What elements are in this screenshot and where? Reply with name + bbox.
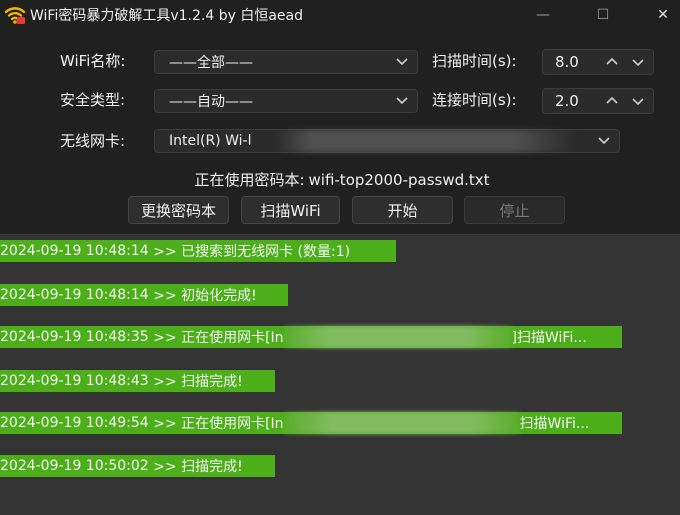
- chevron-down-icon: [396, 97, 408, 105]
- stop-button[interactable]: 停止: [464, 196, 565, 224]
- log-message: >> 扫描完成!: [153, 459, 243, 475]
- window-title: WiFi密码暴力破解工具v1.2.4 by 白恒aead: [30, 8, 303, 24]
- close-button[interactable]: ✕: [640, 0, 680, 30]
- adapter-label: 无线网卡:: [60, 132, 126, 150]
- log-entry: 2024-09-19 10:48:43 >> 扫描完成!: [0, 370, 275, 392]
- dictionary-file: wifi-top2000-passwd.txt: [308, 171, 490, 189]
- chevron-up-icon[interactable]: [605, 55, 619, 69]
- maximize-button[interactable]: ☐: [580, 0, 626, 30]
- dictionary-label: 正在使用密码本:: [194, 171, 305, 189]
- log-message: >> 正在使用网卡[In: [153, 330, 284, 346]
- log-timestamp: 2024-09-19 10:48:14: [0, 243, 149, 259]
- log-timestamp: 2024-09-19 10:48:14: [0, 287, 149, 303]
- redacted-adapter-name: [283, 412, 520, 434]
- wifi-icon: [4, 7, 26, 24]
- chevron-down-icon[interactable]: [631, 94, 645, 108]
- scan-time-spinbox[interactable]: 8.0: [542, 49, 654, 75]
- minimize-button[interactable]: —: [520, 0, 566, 30]
- redacted-adapter-name: [283, 326, 512, 348]
- log-message-tail: ]扫描WiFi...: [511, 330, 587, 346]
- settings-panel: WiFi名称: ——全部—— 扫描时间(s): 8.0 安全类型: ——自动——…: [0, 30, 680, 234]
- scan-wifi-button[interactable]: 扫描WiFi: [241, 196, 340, 224]
- app-window: WiFi密码暴力破解工具v1.2.4 by 白恒aead — ☐ ✕ WiFi名…: [0, 0, 680, 515]
- title-bar: WiFi密码暴力破解工具v1.2.4 by 白恒aead — ☐ ✕: [0, 0, 680, 30]
- chevron-up-icon[interactable]: [605, 94, 619, 108]
- security-type-label: 安全类型:: [60, 91, 126, 109]
- adapter-select[interactable]: Intel(R) Wi-l: [154, 129, 620, 153]
- log-entry: 2024-09-19 10:48:35 >> 正在使用网卡[In ]扫描WiFi.…: [0, 326, 622, 348]
- log-timestamp: 2024-09-19 10:48:43: [0, 373, 149, 389]
- chevron-down-icon: [396, 58, 408, 66]
- security-type-select[interactable]: ——自动——: [154, 89, 418, 113]
- log-message-tail: 扫描WiFi...: [519, 416, 590, 432]
- log-timestamp: 2024-09-19 10:50:02: [0, 458, 149, 474]
- connect-time-value: 2.0: [555, 92, 579, 110]
- wifi-name-label: WiFi名称:: [60, 52, 126, 70]
- log-message: >> 已搜索到无线网卡 (数量:1): [153, 244, 351, 260]
- adapter-value: Intel(R) Wi-l: [169, 133, 252, 149]
- chevron-down-icon: [598, 137, 610, 145]
- wifi-name-value: ——全部——: [169, 55, 253, 71]
- wifi-name-select[interactable]: ——全部——: [154, 50, 418, 74]
- redacted-adapter-name: [275, 130, 575, 152]
- log-entry: 2024-09-19 10:50:02 >> 扫描完成!: [0, 455, 275, 477]
- log-message: >> 扫描完成!: [153, 374, 243, 390]
- log-timestamp: 2024-09-19 10:48:35: [0, 329, 149, 345]
- scan-time-value: 8.0: [555, 53, 579, 71]
- connect-time-spinbox[interactable]: 2.0: [542, 88, 654, 114]
- dictionary-status: 正在使用密码本: wifi-top2000-passwd.txt: [0, 169, 680, 190]
- log-panel[interactable]: 2024-09-19 10:48:14 >> 已搜索到无线网卡 (数量:1) 2…: [0, 234, 680, 515]
- log-timestamp: 2024-09-19 10:49:54: [0, 415, 149, 431]
- log-entry: 2024-09-19 10:49:54 >> 正在使用网卡[In 扫描WiFi..…: [0, 412, 622, 434]
- start-button[interactable]: 开始: [352, 196, 453, 224]
- log-message: >> 正在使用网卡[In: [153, 416, 284, 432]
- security-type-value: ——自动——: [169, 94, 253, 110]
- log-message: >> 初始化完成!: [153, 288, 257, 304]
- change-dictionary-button[interactable]: 更换密码本: [128, 196, 229, 224]
- log-entry: 2024-09-19 10:48:14 >> 已搜索到无线网卡 (数量:1): [0, 240, 396, 262]
- log-entry: 2024-09-19 10:48:14 >> 初始化完成!: [0, 284, 288, 306]
- scan-time-label: 扫描时间(s):: [432, 52, 517, 70]
- chevron-down-icon[interactable]: [631, 55, 645, 69]
- connect-time-label: 连接时间(s):: [432, 91, 517, 109]
